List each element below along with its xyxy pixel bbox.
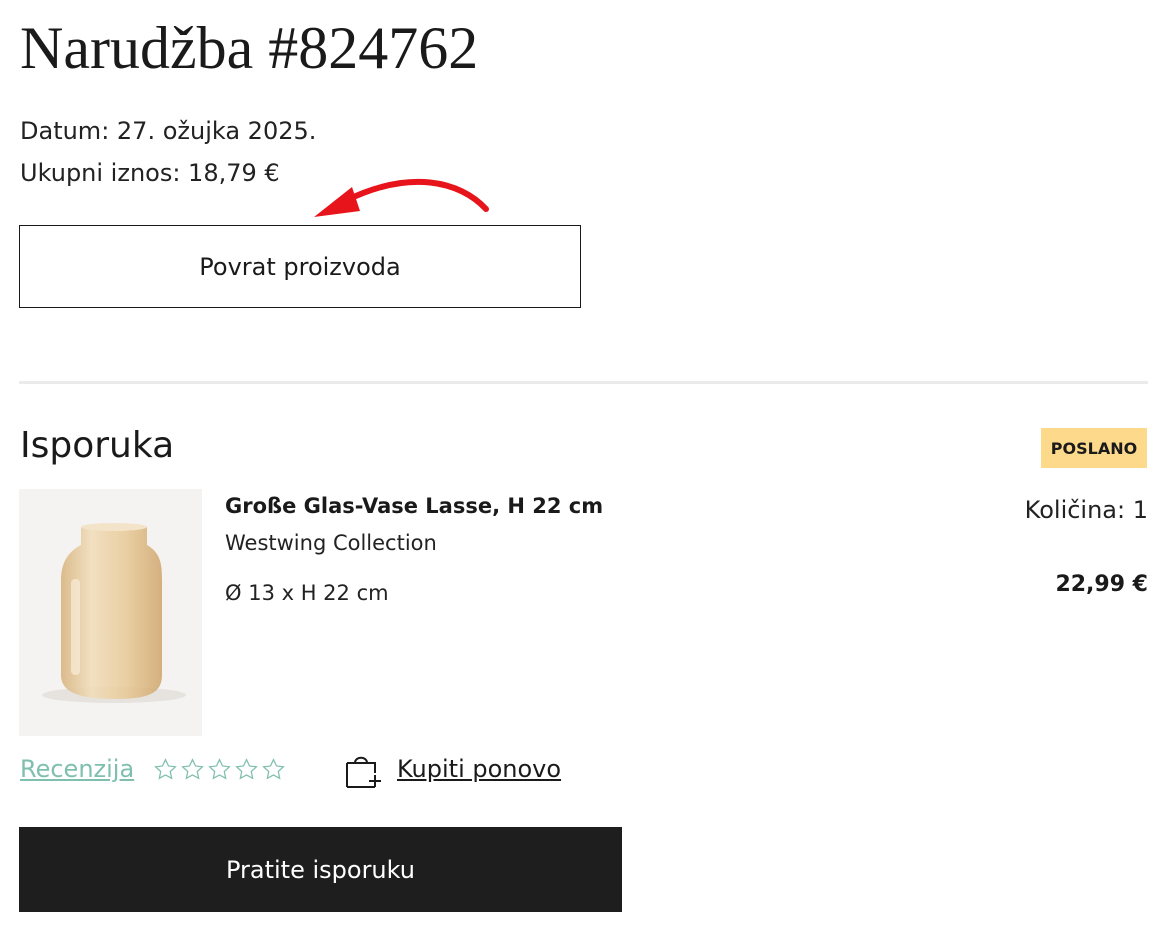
product-price: 22,99 € (1055, 572, 1148, 597)
product-image[interactable] (19, 489, 202, 736)
shipment-title: Isporuka (20, 425, 175, 466)
order-total: Ukupni iznos: 18,79 € (20, 159, 280, 187)
star-icon[interactable] (234, 757, 259, 782)
annotation-arrow-icon (314, 179, 489, 217)
buy-again-link[interactable]: Kupiti ponovo (397, 753, 561, 785)
rating-stars[interactable] (153, 757, 286, 782)
product-dimensions: Ø 13 x H 22 cm (225, 581, 389, 605)
return-product-button[interactable]: Povrat proizvoda (19, 225, 581, 308)
review-link[interactable]: Recenzija (20, 753, 134, 785)
product-brand: Westwing Collection (225, 531, 437, 555)
status-badge: POSLANO (1041, 428, 1147, 468)
page-title: Narudžba #824762 (20, 15, 479, 81)
product-name[interactable]: Große Glas-Vase Lasse, H 22 cm (225, 492, 603, 520)
track-shipment-button[interactable]: Pratite isporuku (19, 827, 622, 912)
bag-plus-icon[interactable] (345, 753, 383, 789)
star-icon[interactable] (261, 757, 286, 782)
vase-image-icon (42, 523, 186, 703)
order-date: Datum: 27. ožujka 2025. (20, 117, 317, 145)
section-divider (19, 381, 1148, 384)
product-quantity: Količina: 1 (1024, 496, 1148, 524)
star-icon[interactable] (180, 757, 205, 782)
star-icon[interactable] (153, 757, 178, 782)
star-icon[interactable] (207, 757, 232, 782)
